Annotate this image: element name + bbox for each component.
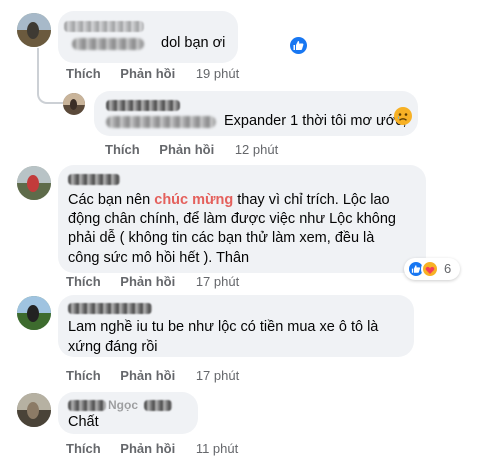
blurred-text — [106, 116, 216, 128]
comment-bubble: dol bạn ơi — [58, 11, 307, 63]
like-button[interactable]: Thích — [66, 441, 101, 456]
commenter-name-blurred[interactable] — [144, 400, 172, 411]
comment-bubble: Lam nghề iu tu be như lộc có tiền mua xe… — [58, 295, 414, 357]
timestamp[interactable]: 17 phút — [196, 274, 239, 289]
sad-reaction-icon[interactable] — [394, 107, 412, 125]
comment-actions: Thích Phản hồi 19 phút — [66, 66, 239, 81]
like-reaction-icon[interactable] — [290, 37, 307, 54]
reply-button[interactable]: Phản hồi — [120, 441, 175, 456]
commenter-name[interactable] — [106, 100, 180, 111]
comment-actions: Thích Phản hồi 17 phút — [66, 274, 239, 289]
blurred-text — [72, 38, 144, 50]
highlighted-text: chúc mừng — [154, 192, 234, 208]
timestamp[interactable]: 11 phút — [196, 441, 238, 456]
commenter-name[interactable] — [64, 21, 144, 32]
comment-actions: Thích Phản hồi 17 phút — [66, 368, 239, 383]
reply-button[interactable]: Phản hồi — [159, 142, 214, 157]
commenter-name-blurred[interactable] — [68, 400, 106, 411]
comment-text: Lam nghề iu tu be như lộc có tiền mua xe… — [68, 319, 379, 355]
reply-button[interactable]: Phản hồi — [120, 274, 175, 289]
commenter-name[interactable] — [68, 174, 120, 185]
like-button[interactable]: Thích — [66, 368, 101, 383]
comment-actions: Thích Phản hồi 12 phút — [105, 142, 278, 157]
thread-connector — [37, 86, 63, 104]
comment-actions: Thích Phản hồi 11 phút — [66, 441, 238, 456]
comment-text: dol bạn ơi — [161, 35, 226, 51]
comment-text-before: Các bạn nên — [68, 192, 155, 208]
reaction-summary[interactable]: 6 — [404, 258, 460, 280]
like-button[interactable]: Thích — [66, 66, 101, 81]
avatar[interactable] — [17, 13, 51, 47]
comment-text: Expander 1 thời tôi mơ ước, — [224, 113, 407, 129]
timestamp[interactable]: 17 phút — [196, 368, 239, 383]
comment-text: Chất — [68, 414, 99, 430]
like-button[interactable]: Thích — [66, 274, 101, 289]
thread-line — [37, 48, 39, 88]
care-reaction-icon — [421, 260, 439, 278]
avatar[interactable] — [17, 296, 51, 330]
comment-bubble: Expander 1 thời tôi mơ ước, — [94, 91, 418, 136]
timestamp[interactable]: 12 phút — [235, 142, 278, 157]
comment-bubble: Ngọc Chất — [58, 392, 198, 434]
avatar[interactable] — [17, 393, 51, 427]
comment-text: Các bạn nên chúc mừng thay vì chỉ trích.… — [68, 191, 414, 268]
reply-button[interactable]: Phản hồi — [120, 66, 175, 81]
avatar[interactable] — [17, 166, 51, 200]
comment-bubble: Các bạn nên chúc mừng thay vì chỉ trích.… — [58, 165, 426, 273]
avatar[interactable] — [63, 93, 85, 115]
commenter-name[interactable] — [68, 303, 152, 314]
commenter-name-partial[interactable]: Ngọc — [108, 396, 138, 415]
timestamp[interactable]: 19 phút — [196, 66, 239, 81]
reply-button[interactable]: Phản hồi — [120, 368, 175, 383]
reaction-count: 6 — [444, 261, 452, 276]
like-button[interactable]: Thích — [105, 142, 140, 157]
